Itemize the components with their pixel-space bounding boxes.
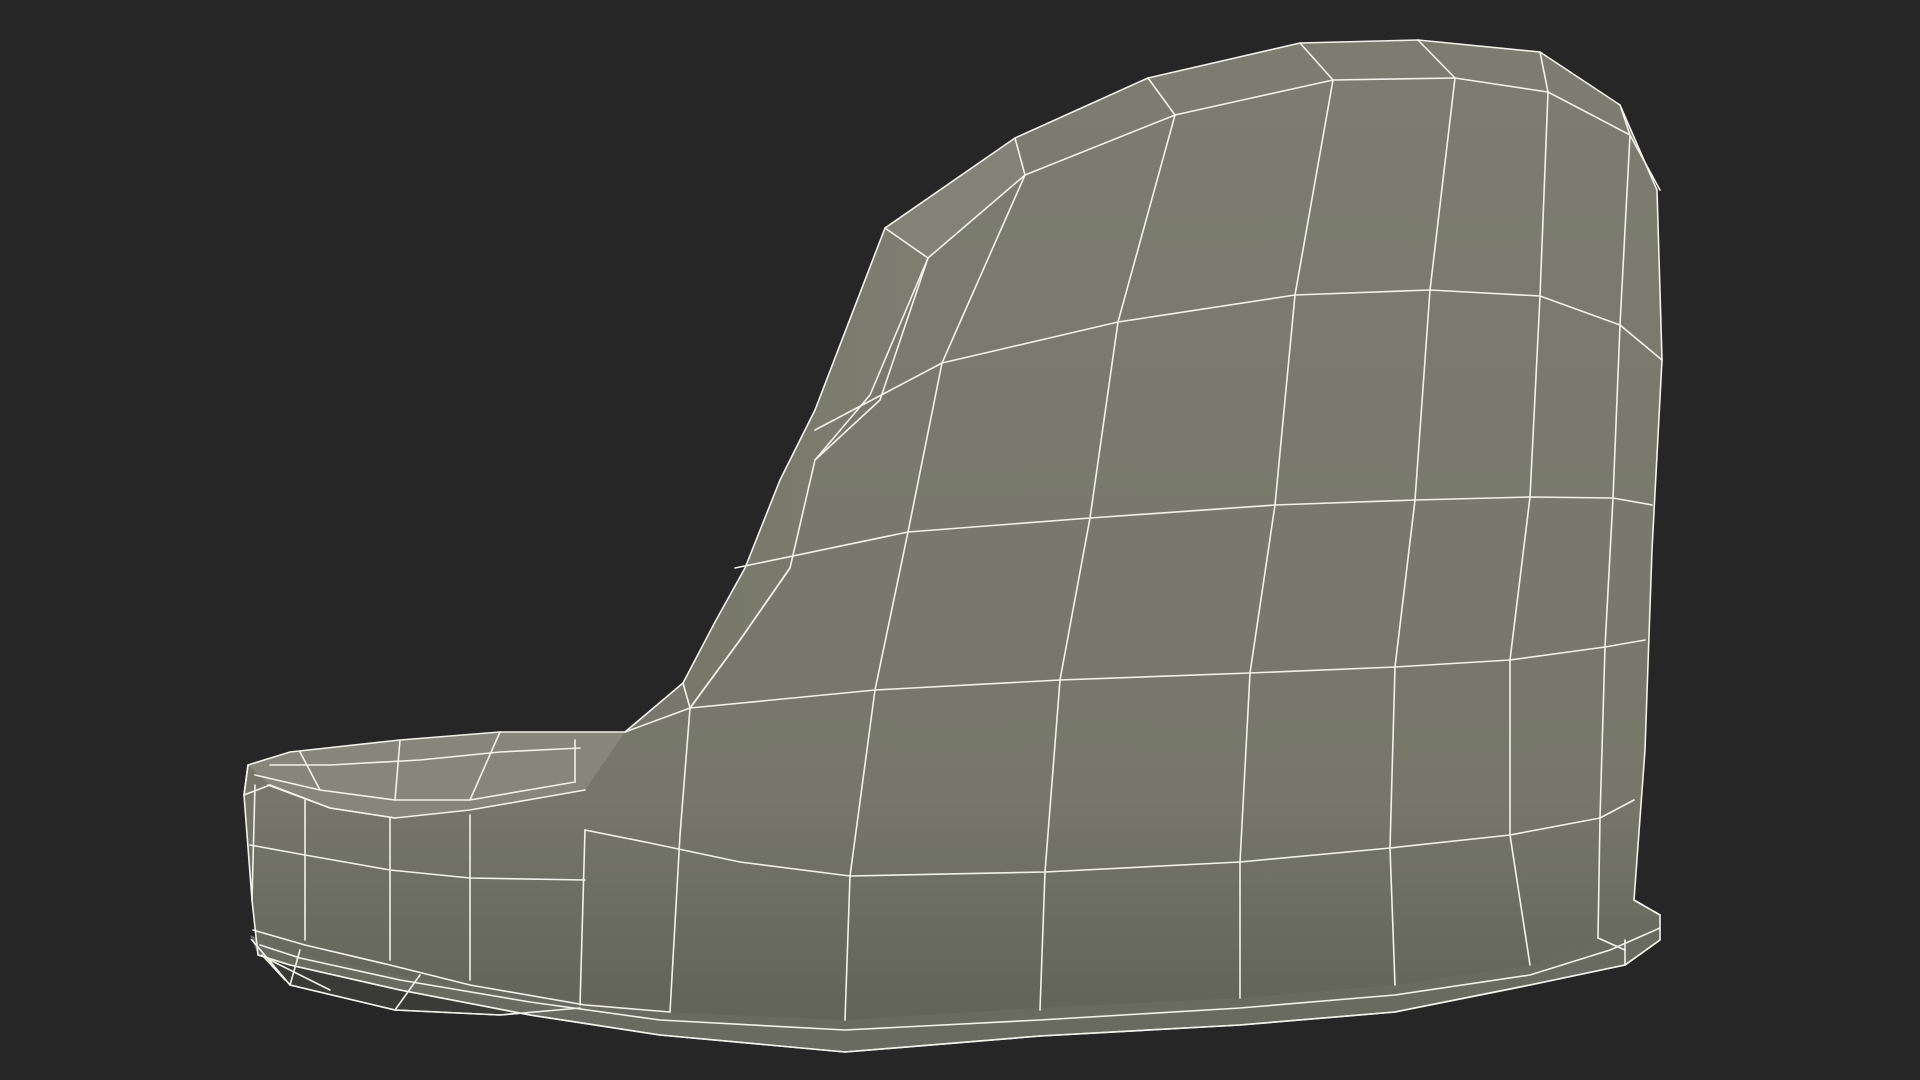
seat-wireframe-model (243, 39, 1663, 1053)
viewport (0, 0, 1920, 1080)
